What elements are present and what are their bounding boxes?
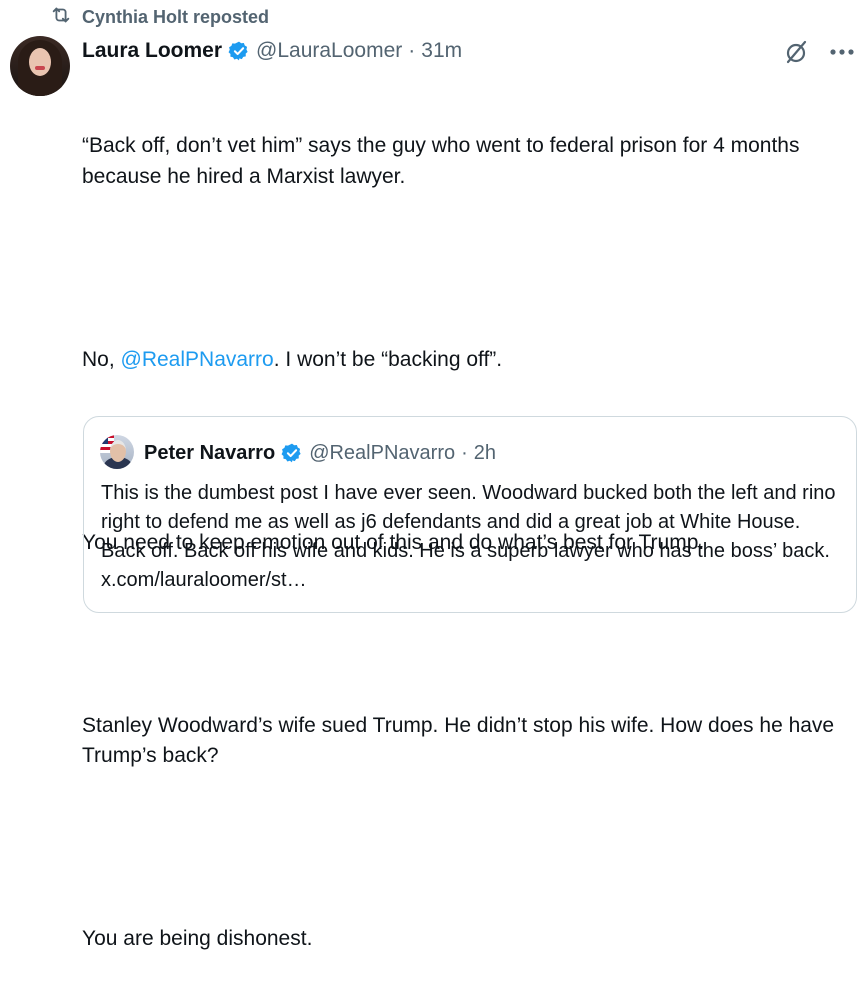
quoted-tweet-text: This is the dumbest post I have ever see… <box>101 482 836 591</box>
quoted-author-name[interactable]: Peter Navarro <box>144 442 275 465</box>
verified-badge-icon[interactable] <box>228 40 250 62</box>
tweet-paragraph: You are being dishonest. <box>82 927 313 950</box>
quoted-author-handle[interactable]: @RealPNavarro <box>309 442 455 465</box>
tweet-paragraph: Stanley Woodward’s wife sued Trump. He d… <box>82 713 840 768</box>
mention-link[interactable]: @RealPNavarro <box>121 348 274 371</box>
quoted-tweet-header: Peter Navarro @RealPNavarro · 2h <box>144 439 496 467</box>
author-handle[interactable]: @LauraLoomer <box>256 39 402 63</box>
repost-label[interactable]: Cynthia Holt reposted <box>82 7 269 28</box>
tweet-actions-top <box>783 38 855 66</box>
more-icon[interactable] <box>829 48 855 56</box>
grok-icon[interactable] <box>783 38 811 66</box>
tweet-paragraph: No, @RealPNavarro. I won’t be “backing o… <box>82 345 862 376</box>
repost-indicator[interactable]: Cynthia Holt reposted <box>50 5 269 29</box>
quoted-timestamp[interactable]: 2h <box>474 442 496 465</box>
tweet-paragraph-text: No, <box>82 347 121 371</box>
tweet-header: Laura Loomer @LauraLoomer · 31m <box>82 36 462 66</box>
separator-dot: · <box>461 441 468 464</box>
verified-badge-icon[interactable] <box>281 442 303 464</box>
repost-icon <box>50 4 72 31</box>
author-name[interactable]: Laura Loomer <box>82 39 222 63</box>
quoted-tweet[interactable]: Peter Navarro @RealPNavarro · 2h This is… <box>83 416 857 613</box>
quoted-author-avatar[interactable] <box>100 435 134 469</box>
author-avatar[interactable] <box>10 36 70 96</box>
timestamp[interactable]: 31m <box>421 39 462 63</box>
separator-dot: · <box>408 39 416 62</box>
tweet-paragraph-text: . I won’t be “backing off”. <box>273 347 503 371</box>
tweet-paragraph: “Back off, don’t vet him” says the guy w… <box>82 134 806 188</box>
